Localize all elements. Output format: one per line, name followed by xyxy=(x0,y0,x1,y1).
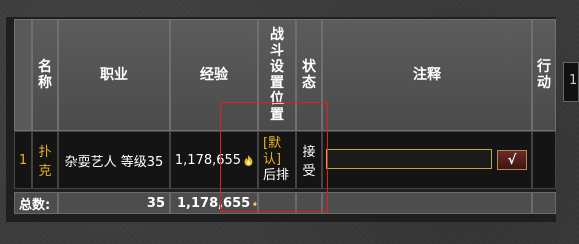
row-exp-cell: 1,178,655 xyxy=(170,131,258,189)
header-job[interactable]: 职业 xyxy=(58,19,170,131)
header-status[interactable]: 状态 xyxy=(296,19,322,131)
header-action[interactable]: 行动 xyxy=(532,19,556,131)
adjacent-panel-edge: 1 xyxy=(563,62,579,102)
row-name-cell: 扑克 xyxy=(32,131,58,189)
header-battle-position-label: 战斗设置位置 xyxy=(270,27,284,123)
exp-flame-icon xyxy=(244,154,253,166)
header-name[interactable]: 名称 xyxy=(32,19,58,131)
total-note-cell xyxy=(322,192,532,214)
total-exp: 1,178,655 xyxy=(177,195,251,211)
checkmark-icon: √ xyxy=(507,152,517,168)
exp-flame-icon xyxy=(253,200,257,206)
adjacent-panel-text: 1 xyxy=(569,73,578,88)
total-action-cell xyxy=(532,192,556,214)
total-level: 35 xyxy=(146,195,165,211)
total-pos-cell xyxy=(258,192,296,214)
submit-note-button[interactable]: √ xyxy=(497,150,527,170)
total-row-label-cell: 总数: xyxy=(14,192,58,214)
row-action-cell xyxy=(532,131,556,189)
member-status: 接受 xyxy=(302,145,316,179)
member-exp: 1,178,655 xyxy=(174,152,242,168)
header-note-label: 注释 xyxy=(413,67,441,83)
total-exp-cell: 1,178,655 xyxy=(170,192,258,214)
row-index: 1 xyxy=(18,152,28,168)
note-input[interactable] xyxy=(326,149,492,169)
header-status-label: 状态 xyxy=(302,59,316,91)
header-name-label: 名称 xyxy=(38,59,52,91)
header-battle-position[interactable]: 战斗设置位置 xyxy=(258,19,296,131)
row-index-cell: 1 xyxy=(14,131,32,189)
total-level-cell: 35 xyxy=(58,192,170,214)
header-action-label: 行动 xyxy=(537,59,551,91)
header-job-label: 职业 xyxy=(100,67,128,83)
battle-position-value: 后排 xyxy=(263,168,290,183)
row-battle-position-cell: [默认] 后排 xyxy=(258,131,296,189)
header-index xyxy=(14,19,32,131)
member-name-link[interactable]: 扑克 xyxy=(37,141,53,179)
row-status-cell: 接受 xyxy=(296,131,322,189)
total-label: 总数: xyxy=(19,197,51,213)
member-job: 杂耍艺人 等级35 xyxy=(64,154,164,170)
header-exp-label: 经验 xyxy=(200,67,228,83)
header-exp[interactable]: 经验 xyxy=(170,19,258,131)
header-note[interactable]: 注释 xyxy=(322,19,532,131)
total-status-cell xyxy=(296,192,322,214)
set-default-position-link[interactable]: [默认] xyxy=(263,136,295,168)
row-job-cell: 杂耍艺人 等级35 xyxy=(58,131,170,189)
